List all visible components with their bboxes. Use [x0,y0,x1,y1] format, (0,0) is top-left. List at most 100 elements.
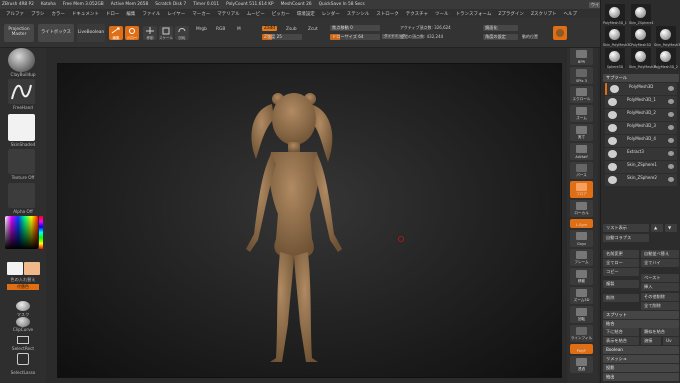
edit-mode-button[interactable]: 編集 [109,26,123,40]
subtool-item[interactable]: Extract3 [605,148,677,160]
eye-icon[interactable] [668,99,674,104]
menu-help[interactable]: ヘルプ [564,11,578,17]
mask-tool-icon[interactable] [16,301,30,311]
delete-other-button[interactable]: その他削除 [641,293,679,301]
menu-render[interactable]: レンダー [322,11,340,17]
rotate-mode-button[interactable]: 回転 [175,26,189,40]
tool-thumb-6[interactable]: Sphere3D [605,48,625,69]
transp-button[interactable]: 透過 [570,356,593,373]
tool-thumb-2[interactable]: Skin_ZSphere1 [629,4,654,25]
subtool-header[interactable]: サブツール [603,74,679,82]
secondary-color-swatch[interactable] [24,262,40,275]
m-button[interactable]: M [237,27,241,32]
polyf-button[interactable]: PolyF [570,344,593,354]
menu-movie[interactable]: ムービー [247,11,265,17]
eye-icon[interactable] [668,125,674,130]
menu-edit[interactable]: 編集 [126,11,135,17]
menu-material[interactable]: マテリアル [217,11,239,17]
live-boolean-button[interactable]: LiveBoolean [77,24,105,42]
subtool-item[interactable]: PolyMesh3D_2 [605,109,677,121]
move-mode-button[interactable]: 移動 [143,26,157,40]
copy-button[interactable]: コピー [603,268,639,276]
tool-thumb-4[interactable]: PolyMesh3D [631,26,651,47]
symmetry-slider[interactable]: 鏡面化 [483,25,518,31]
material-swatch-button[interactable] [553,26,567,40]
menu-document[interactable]: ドキュメント [72,11,99,17]
duplicate-button[interactable]: 複製 [603,280,639,288]
stroke-freehand-icon[interactable] [8,79,35,104]
project-header[interactable]: 投影 [603,364,679,372]
eye-icon[interactable] [668,112,674,117]
split-header[interactable]: スプリット [603,311,679,319]
arrow-up-button[interactable]: ▲ [651,224,663,232]
delete-button[interactable]: 削除 [603,294,639,302]
remesh-header[interactable]: リメッシュ [603,355,679,363]
tool-thumb-7[interactable]: Skin_PolyMesh3D_1 [629,48,661,69]
alpha-skinshade-icon[interactable] [8,114,35,141]
lightbox-button[interactable]: ライトボックス [38,24,74,42]
menu-marker[interactable]: マーカー [192,11,210,17]
delete-all-button[interactable]: 全て削除 [641,302,679,310]
all-high-button[interactable]: 全てハイ [641,259,679,267]
uv-button[interactable]: Uv [663,337,679,345]
rgb-button[interactable]: RGB [216,27,225,32]
weld-button[interactable]: 溶接 [641,337,661,345]
texture-off-icon[interactable] [8,149,35,174]
menu-preferences[interactable]: 環境設定 [297,11,315,17]
arrow-down-button[interactable]: ▼ [665,224,677,232]
rotate-view-button[interactable]: 回転 [570,306,593,323]
merge-header[interactable]: 結合 [603,320,679,328]
local-button[interactable]: ローカル [570,200,593,217]
brush-claybuildup-icon[interactable] [8,48,35,72]
subtool-item[interactable]: PolyMesh3D [605,83,677,95]
tool-thumb-1[interactable]: PolyMesh3D_1 [603,4,627,25]
menu-file[interactable]: ファイル [142,11,160,17]
actual-button[interactable]: 実寸 [570,124,593,141]
scale-mode-button[interactable]: スケール [159,26,173,40]
switch-color-label[interactable]: 色の入れ替え [0,277,46,283]
merge-visible-button[interactable]: 表示を結合 [603,337,639,345]
bpr-button[interactable]: BPR [570,48,593,65]
spix-button[interactable]: SPix 3 [570,67,593,84]
eye-icon[interactable] [668,86,674,91]
menu-tool[interactable]: ツール [435,11,449,17]
gxyz-button[interactable]: Gxyz [570,230,593,247]
alternate-color-button[interactable]: 代替色 [7,284,39,290]
tool-thumb-5[interactable]: Skin_PolyMesh3D [654,26,680,47]
zsub-button[interactable]: Zsub [286,27,297,32]
auto-collapse-button[interactable]: 自動コラプス [603,234,649,242]
menu-zplugin[interactable]: Zプラグイン [498,11,524,17]
draw-size-slider[interactable]: ドローサイズ 64 [330,34,380,40]
projection-master-button[interactable]: Projection Master [4,24,34,42]
frame-button[interactable]: フレーム [570,249,593,266]
eye-icon[interactable] [668,177,674,182]
subtool-item[interactable]: Skin_ZSphere2 [605,174,677,186]
draw-mode-button[interactable]: ドロー [125,26,139,40]
menu-alpha[interactable]: アルファ [6,11,24,17]
color-picker[interactable] [5,216,38,249]
eye-icon[interactable] [668,164,674,169]
zcut-button[interactable]: Zcut [308,27,318,32]
menu-brush[interactable]: ブラシ [31,11,44,17]
subtool-item[interactable]: Skin_ZSphere1 [605,161,677,173]
menu-zscript[interactable]: Zスクリプト [531,11,557,17]
merge-down-button[interactable]: 下に結合 [603,328,639,336]
menu-transform[interactable]: トランスフォーム [456,11,492,17]
subtool-item[interactable]: PolyMesh3D_4 [605,135,677,147]
tool-thumb-8[interactable]: PolyMesh3D_2 [654,48,678,69]
eye-icon[interactable] [668,138,674,143]
menu-texture[interactable]: テクスチャ [406,11,428,17]
menu-picker[interactable]: ピッカー [272,11,290,17]
select-rect-icon[interactable] [17,336,29,344]
mrgb-button[interactable]: Mrgb [196,27,207,32]
auto-reorder-button[interactable]: 自動並べ替え [641,250,679,258]
adjust-slider[interactable]: 角度の設定 [483,34,518,40]
persp-button[interactable]: パース [570,162,593,179]
clip-curve-icon[interactable] [16,317,30,327]
merge-similar-button[interactable]: 類似を結合 [641,328,679,336]
select-lasso-icon[interactable] [17,353,29,365]
linefill-button[interactable]: ラインフィル [570,325,593,342]
extract-header[interactable]: 抽出 [603,373,679,381]
tool-thumb-3[interactable]: Skin_PolyMesh3D [603,26,632,47]
zadd-button[interactable]: Zadd [262,26,278,31]
